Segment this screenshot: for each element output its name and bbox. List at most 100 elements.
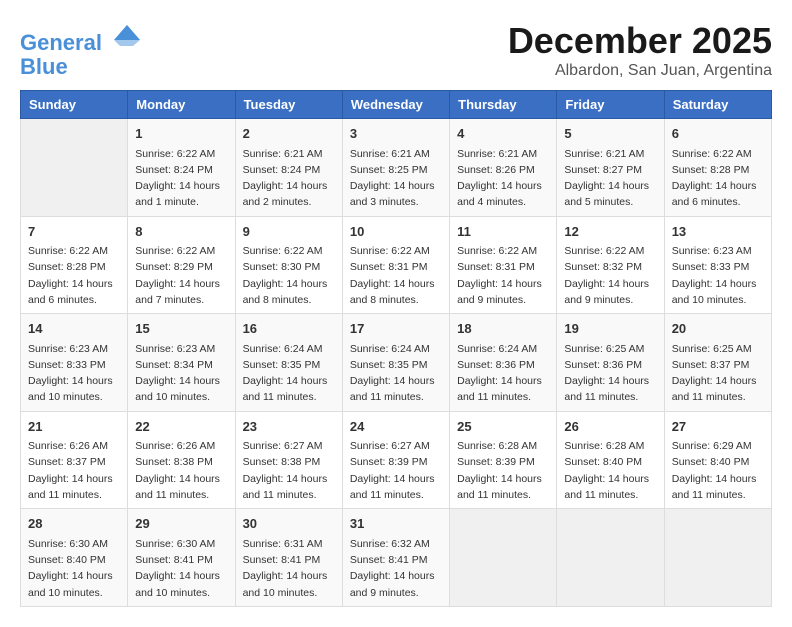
- day-of-week-header: Thursday: [450, 91, 557, 119]
- day-content: Sunrise: 6:30 AM Sunset: 8:41 PM Dayligh…: [135, 536, 227, 601]
- day-number: 28: [28, 514, 120, 534]
- day-content: Sunrise: 6:27 AM Sunset: 8:38 PM Dayligh…: [243, 438, 335, 503]
- day-number: 19: [564, 319, 656, 339]
- calendar-cell: 15Sunrise: 6:23 AM Sunset: 8:34 PM Dayli…: [128, 314, 235, 412]
- calendar-week-row: 28Sunrise: 6:30 AM Sunset: 8:40 PM Dayli…: [21, 509, 772, 607]
- day-content: Sunrise: 6:22 AM Sunset: 8:28 PM Dayligh…: [28, 243, 120, 308]
- day-content: Sunrise: 6:22 AM Sunset: 8:30 PM Dayligh…: [243, 243, 335, 308]
- logo-icon: [112, 20, 142, 50]
- day-number: 10: [350, 222, 442, 242]
- day-content: Sunrise: 6:30 AM Sunset: 8:40 PM Dayligh…: [28, 536, 120, 601]
- calendar-cell: 3Sunrise: 6:21 AM Sunset: 8:25 PM Daylig…: [342, 119, 449, 217]
- calendar-cell: 12Sunrise: 6:22 AM Sunset: 8:32 PM Dayli…: [557, 216, 664, 314]
- calendar-cell: 22Sunrise: 6:26 AM Sunset: 8:38 PM Dayli…: [128, 411, 235, 509]
- day-of-week-header: Wednesday: [342, 91, 449, 119]
- calendar-cell: 9Sunrise: 6:22 AM Sunset: 8:30 PM Daylig…: [235, 216, 342, 314]
- day-content: Sunrise: 6:24 AM Sunset: 8:36 PM Dayligh…: [457, 341, 549, 406]
- calendar-cell: 11Sunrise: 6:22 AM Sunset: 8:31 PM Dayli…: [450, 216, 557, 314]
- day-content: Sunrise: 6:22 AM Sunset: 8:28 PM Dayligh…: [672, 146, 764, 211]
- day-content: Sunrise: 6:21 AM Sunset: 8:25 PM Dayligh…: [350, 146, 442, 211]
- day-number: 27: [672, 417, 764, 437]
- day-of-week-header: Friday: [557, 91, 664, 119]
- calendar-table: SundayMondayTuesdayWednesdayThursdayFrid…: [20, 90, 772, 607]
- day-number: 20: [672, 319, 764, 339]
- calendar-cell: 5Sunrise: 6:21 AM Sunset: 8:27 PM Daylig…: [557, 119, 664, 217]
- calendar-cell: 23Sunrise: 6:27 AM Sunset: 8:38 PM Dayli…: [235, 411, 342, 509]
- logo-general: General: [20, 30, 102, 55]
- calendar-cell: 25Sunrise: 6:28 AM Sunset: 8:39 PM Dayli…: [450, 411, 557, 509]
- day-number: 16: [243, 319, 335, 339]
- calendar-cell: 14Sunrise: 6:23 AM Sunset: 8:33 PM Dayli…: [21, 314, 128, 412]
- calendar-cell: 2Sunrise: 6:21 AM Sunset: 8:24 PM Daylig…: [235, 119, 342, 217]
- calendar-cell: 20Sunrise: 6:25 AM Sunset: 8:37 PM Dayli…: [664, 314, 771, 412]
- day-content: Sunrise: 6:22 AM Sunset: 8:31 PM Dayligh…: [457, 243, 549, 308]
- day-content: Sunrise: 6:23 AM Sunset: 8:33 PM Dayligh…: [28, 341, 120, 406]
- calendar-cell: 31Sunrise: 6:32 AM Sunset: 8:41 PM Dayli…: [342, 509, 449, 607]
- calendar-week-row: 21Sunrise: 6:26 AM Sunset: 8:37 PM Dayli…: [21, 411, 772, 509]
- day-content: Sunrise: 6:21 AM Sunset: 8:26 PM Dayligh…: [457, 146, 549, 211]
- day-number: 18: [457, 319, 549, 339]
- day-content: Sunrise: 6:29 AM Sunset: 8:40 PM Dayligh…: [672, 438, 764, 503]
- calendar-cell: [664, 509, 771, 607]
- day-content: Sunrise: 6:31 AM Sunset: 8:41 PM Dayligh…: [243, 536, 335, 601]
- calendar-cell: 13Sunrise: 6:23 AM Sunset: 8:33 PM Dayli…: [664, 216, 771, 314]
- day-number: 24: [350, 417, 442, 437]
- calendar-cell: 18Sunrise: 6:24 AM Sunset: 8:36 PM Dayli…: [450, 314, 557, 412]
- title-block: December 2025 Albardon, San Juan, Argent…: [508, 20, 772, 80]
- day-number: 31: [350, 514, 442, 534]
- day-number: 29: [135, 514, 227, 534]
- day-number: 22: [135, 417, 227, 437]
- calendar-cell: 28Sunrise: 6:30 AM Sunset: 8:40 PM Dayli…: [21, 509, 128, 607]
- logo-text: General: [20, 20, 142, 55]
- calendar-week-row: 7Sunrise: 6:22 AM Sunset: 8:28 PM Daylig…: [21, 216, 772, 314]
- calendar-cell: 26Sunrise: 6:28 AM Sunset: 8:40 PM Dayli…: [557, 411, 664, 509]
- day-content: Sunrise: 6:22 AM Sunset: 8:32 PM Dayligh…: [564, 243, 656, 308]
- day-content: Sunrise: 6:24 AM Sunset: 8:35 PM Dayligh…: [243, 341, 335, 406]
- day-number: 17: [350, 319, 442, 339]
- calendar-cell: 27Sunrise: 6:29 AM Sunset: 8:40 PM Dayli…: [664, 411, 771, 509]
- day-content: Sunrise: 6:27 AM Sunset: 8:39 PM Dayligh…: [350, 438, 442, 503]
- calendar-cell: [557, 509, 664, 607]
- day-number: 3: [350, 124, 442, 144]
- day-number: 15: [135, 319, 227, 339]
- day-content: Sunrise: 6:32 AM Sunset: 8:41 PM Dayligh…: [350, 536, 442, 601]
- logo: General Blue: [20, 20, 142, 79]
- logo-blue: Blue: [20, 55, 142, 79]
- calendar-cell: 10Sunrise: 6:22 AM Sunset: 8:31 PM Dayli…: [342, 216, 449, 314]
- page-header: General Blue December 2025 Albardon, San…: [20, 20, 772, 80]
- day-number: 13: [672, 222, 764, 242]
- calendar-cell: 21Sunrise: 6:26 AM Sunset: 8:37 PM Dayli…: [21, 411, 128, 509]
- calendar-cell: 1Sunrise: 6:22 AM Sunset: 8:24 PM Daylig…: [128, 119, 235, 217]
- day-number: 12: [564, 222, 656, 242]
- day-content: Sunrise: 6:22 AM Sunset: 8:31 PM Dayligh…: [350, 243, 442, 308]
- day-number: 21: [28, 417, 120, 437]
- day-content: Sunrise: 6:23 AM Sunset: 8:33 PM Dayligh…: [672, 243, 764, 308]
- calendar-cell: 19Sunrise: 6:25 AM Sunset: 8:36 PM Dayli…: [557, 314, 664, 412]
- day-content: Sunrise: 6:26 AM Sunset: 8:37 PM Dayligh…: [28, 438, 120, 503]
- calendar-cell: 16Sunrise: 6:24 AM Sunset: 8:35 PM Dayli…: [235, 314, 342, 412]
- day-number: 7: [28, 222, 120, 242]
- day-number: 6: [672, 124, 764, 144]
- day-of-week-header: Tuesday: [235, 91, 342, 119]
- day-content: Sunrise: 6:24 AM Sunset: 8:35 PM Dayligh…: [350, 341, 442, 406]
- calendar-cell: 29Sunrise: 6:30 AM Sunset: 8:41 PM Dayli…: [128, 509, 235, 607]
- day-content: Sunrise: 6:26 AM Sunset: 8:38 PM Dayligh…: [135, 438, 227, 503]
- day-content: Sunrise: 6:22 AM Sunset: 8:24 PM Dayligh…: [135, 146, 227, 211]
- location-subtitle: Albardon, San Juan, Argentina: [508, 62, 772, 80]
- day-of-week-header: Monday: [128, 91, 235, 119]
- day-number: 23: [243, 417, 335, 437]
- calendar-cell: [450, 509, 557, 607]
- day-number: 9: [243, 222, 335, 242]
- day-content: Sunrise: 6:28 AM Sunset: 8:40 PM Dayligh…: [564, 438, 656, 503]
- calendar-week-row: 1Sunrise: 6:22 AM Sunset: 8:24 PM Daylig…: [21, 119, 772, 217]
- day-content: Sunrise: 6:25 AM Sunset: 8:37 PM Dayligh…: [672, 341, 764, 406]
- calendar-header-row: SundayMondayTuesdayWednesdayThursdayFrid…: [21, 91, 772, 119]
- calendar-week-row: 14Sunrise: 6:23 AM Sunset: 8:33 PM Dayli…: [21, 314, 772, 412]
- day-number: 5: [564, 124, 656, 144]
- calendar-cell: [21, 119, 128, 217]
- day-number: 11: [457, 222, 549, 242]
- day-number: 25: [457, 417, 549, 437]
- day-content: Sunrise: 6:21 AM Sunset: 8:27 PM Dayligh…: [564, 146, 656, 211]
- day-content: Sunrise: 6:23 AM Sunset: 8:34 PM Dayligh…: [135, 341, 227, 406]
- day-number: 8: [135, 222, 227, 242]
